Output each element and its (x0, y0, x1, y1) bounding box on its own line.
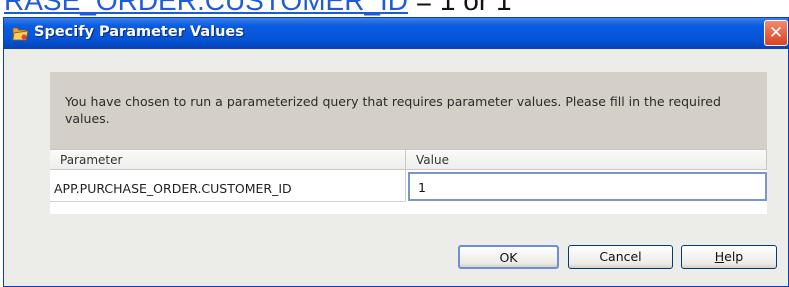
column-header-parameter[interactable]: Parameter (50, 150, 406, 170)
parameter-name-cell[interactable]: APP.PURCHASE_ORDER.CUSTOMER_ID (50, 170, 406, 202)
background-page-fragment: RASE_ORDER.CUSTOMER_ID = 1 or 1 (0, 0, 789, 18)
dialog-title: Specify Parameter Values (34, 24, 244, 40)
specify-parameter-dialog: Specify Parameter Values ✕ You have chos… (3, 17, 789, 287)
ok-button[interactable]: OK (458, 245, 559, 269)
background-rest-text: = 1 or 1 (408, 0, 512, 16)
cancel-button[interactable]: Cancel (568, 245, 673, 269)
background-link[interactable]: RASE_ORDER.CUSTOMER_ID (4, 0, 408, 16)
info-message-panel: You have chosen to run a parameterized q… (50, 72, 767, 149)
close-icon: ✕ (768, 23, 784, 43)
info-message: You have chosen to run a parameterized q… (65, 94, 721, 126)
dialog-titlebar[interactable]: Specify Parameter Values ✕ (4, 18, 788, 49)
parameter-value-input[interactable] (418, 180, 758, 195)
parameter-table: Parameter Value APP.PURCHASE_ORDER.CUSTO… (50, 149, 767, 214)
background-text: RASE_ORDER.CUSTOMER_ID = 1 or 1 (4, 0, 512, 17)
folder-icon (12, 26, 29, 41)
parameter-value-cell[interactable] (408, 172, 767, 201)
close-button[interactable]: ✕ (764, 20, 788, 46)
help-label-rest: elp (724, 249, 744, 264)
column-header-value[interactable]: Value (406, 150, 767, 170)
help-mnemonic: H (714, 249, 725, 264)
help-button[interactable]: Help (681, 245, 777, 269)
